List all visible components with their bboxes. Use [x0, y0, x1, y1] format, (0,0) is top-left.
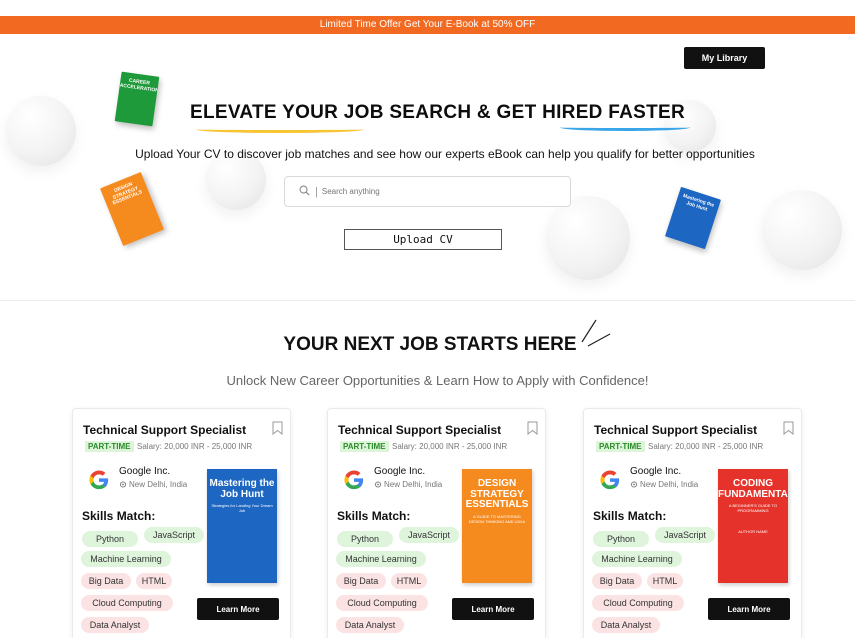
skill-chip: Cloud Computing	[592, 595, 684, 611]
job-type-badge: PART-TIME	[85, 441, 134, 452]
location-text: New Delhi, India	[129, 480, 188, 489]
book-cover-design: DESIGN STRATEGY ESSENTIALS	[99, 172, 165, 246]
google-logo-icon	[600, 470, 620, 490]
salary-text: Salary: 20,000 INR - 25,000 INR	[137, 442, 253, 451]
job-type-badge: PART-TIME	[596, 441, 645, 452]
book-cover[interactable]: DESIGN STRATEGY ESSENTIALS A GUIDE TO MA…	[462, 469, 532, 583]
my-library-button[interactable]: My Library	[684, 47, 765, 69]
section-title: YOUR NEXT JOB STARTS HERE	[283, 334, 577, 355]
skill-chip: Machine Learning	[336, 551, 426, 567]
skill-chip: Data Analyst	[592, 617, 660, 633]
search-input[interactable]	[321, 187, 542, 196]
job-title[interactable]: Technical Support Specialist	[594, 423, 757, 437]
book-cover[interactable]: CODING FUNDAMENTALS A BEGINNER'S GUIDE T…	[718, 469, 788, 583]
book-cover[interactable]: Mastering the Job Hunt Strategies for La…	[207, 469, 277, 583]
bookmark-icon[interactable]	[272, 421, 283, 435]
google-logo-icon	[89, 470, 109, 490]
hero-title: ELEVATE YOUR JOB SEARCH & GET HIRED FAST…	[189, 102, 686, 123]
company-name: Google Inc.	[374, 466, 426, 477]
location-text: New Delhi, India	[384, 480, 443, 489]
job-card[interactable]: Technical Support Specialist PART-TIME S…	[327, 408, 546, 638]
company-name: Google Inc.	[630, 466, 682, 477]
skill-chip: Machine Learning	[592, 551, 682, 567]
skill-chip: Big Data	[592, 573, 642, 589]
learn-more-button[interactable]: Learn More	[708, 598, 790, 620]
location-text: New Delhi, India	[640, 480, 699, 489]
location: New Delhi, India	[374, 480, 442, 489]
decor-bubble	[546, 196, 630, 280]
skill-chip: Data Analyst	[81, 617, 149, 633]
location-pin-icon	[630, 480, 638, 488]
skill-chip: JavaScript	[655, 527, 715, 543]
salary-text: Salary: 20,000 INR - 25,000 INR	[648, 442, 764, 451]
skill-chip: Python	[593, 531, 649, 547]
skill-chip: HTML	[647, 573, 683, 589]
skill-chip: Cloud Computing	[336, 595, 428, 611]
book-subtitle: A BEGINNER'S GUIDE TO PROGRAMMING	[728, 503, 778, 513]
company-name: Google Inc.	[119, 466, 171, 477]
decor-bubble	[762, 190, 842, 270]
location-pin-icon	[119, 480, 127, 488]
upload-cv-button[interactable]: Upload CV	[344, 229, 502, 250]
skill-chip: Big Data	[336, 573, 386, 589]
offer-banner[interactable]: Limited Time Offer Get Your E-Book at 50…	[0, 16, 855, 34]
book-cover-mastering: Mastering the Job Hunt	[664, 186, 722, 250]
search-box[interactable]: |	[284, 176, 571, 207]
skill-chip: HTML	[391, 573, 427, 589]
title-underline-yellow	[196, 126, 364, 133]
job-card[interactable]: Technical Support Specialist PART-TIME S…	[72, 408, 291, 638]
skill-chip: Cloud Computing	[81, 595, 173, 611]
book-title: DESIGN STRATEGY ESSENTIALS	[465, 478, 529, 510]
title-underline-blue	[560, 124, 690, 131]
bookmark-icon[interactable]	[783, 421, 794, 435]
book-subtitle: A GUIDE TO MASTERING DESIGN THINKING AND…	[468, 513, 526, 524]
skill-chip: Machine Learning	[81, 551, 171, 567]
book-subtitle: Strategies for Landing Your Dream Job	[211, 503, 273, 513]
skills-title: Skills Match:	[593, 509, 667, 523]
book-title: CODING FUNDAMENTALS	[718, 478, 788, 500]
location-pin-icon	[374, 480, 382, 488]
book-author: AUTHOR NAME	[738, 529, 768, 534]
skill-chip: Data Analyst	[336, 617, 404, 633]
sparkle-lines-icon	[581, 319, 611, 347]
learn-more-button[interactable]: Learn More	[197, 598, 279, 620]
job-title[interactable]: Technical Support Specialist	[338, 423, 501, 437]
skill-chip: JavaScript	[144, 527, 204, 543]
skill-chip: Python	[82, 531, 138, 547]
job-type-badge: PART-TIME	[340, 441, 389, 452]
job-card[interactable]: Technical Support Specialist PART-TIME S…	[583, 408, 802, 638]
location: New Delhi, India	[119, 480, 187, 489]
section-subtitle: Unlock New Career Opportunities & Learn …	[226, 373, 649, 388]
skills-title: Skills Match:	[337, 509, 411, 523]
skill-chip: Python	[337, 531, 393, 547]
location: New Delhi, India	[630, 480, 698, 489]
skill-chip: JavaScript	[399, 527, 459, 543]
skill-chip: HTML	[136, 573, 172, 589]
skill-chip: Big Data	[81, 573, 131, 589]
hero-subtitle: Upload Your CV to discover job matches a…	[135, 147, 755, 161]
salary-text: Salary: 20,000 INR - 25,000 INR	[392, 442, 508, 451]
job-title[interactable]: Technical Support Specialist	[83, 423, 246, 437]
book-title: Mastering the Job Hunt	[209, 478, 275, 500]
skills-title: Skills Match:	[82, 509, 156, 523]
section-divider	[0, 300, 855, 301]
search-separator: |	[315, 185, 318, 198]
bookmark-icon[interactable]	[527, 421, 538, 435]
learn-more-button[interactable]: Learn More	[452, 598, 534, 620]
google-logo-icon	[344, 470, 364, 490]
search-icon	[299, 183, 310, 201]
